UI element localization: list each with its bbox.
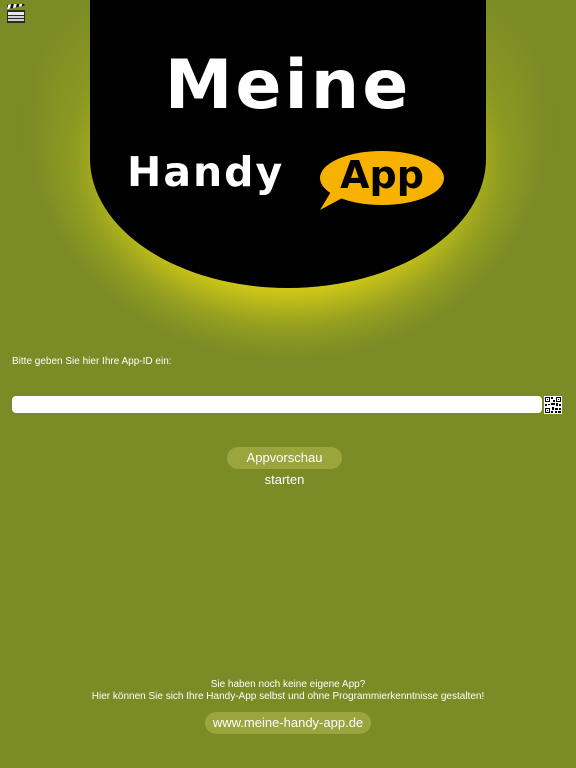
qr-code-icon[interactable]: [544, 396, 562, 414]
app-id-input[interactable]: [12, 396, 542, 413]
app-id-label: Bitte geben Sie hier Ihre App-ID ein:: [12, 356, 172, 367]
footer-line-question: Sie haben noch keine eigene App?: [210, 679, 366, 690]
logo-subtitle: Handy: [127, 148, 285, 196]
logo-title: Meine: [164, 46, 412, 125]
logo-badge: [90, 0, 486, 288]
logo-bubble-text: App: [340, 153, 424, 197]
footer-text: Sie haben noch keine eigene App? Hier kö…: [0, 679, 576, 703]
start-preview-button[interactable]: Appvorschau starten: [227, 447, 342, 487]
website-link-button[interactable]: www.meine-handy-app.de: [205, 712, 371, 734]
clapperboard-icon[interactable]: [6, 1, 25, 23]
footer-line-info: Hier können Sie sich Ihre Handy-App selb…: [91, 691, 485, 702]
